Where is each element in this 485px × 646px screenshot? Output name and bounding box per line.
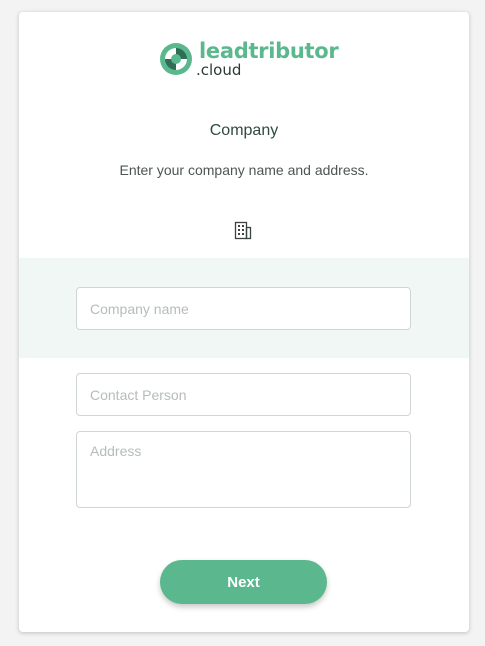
address-textarea[interactable] <box>76 431 411 508</box>
brand-name: leadtributor <box>199 39 339 63</box>
step-description: Enter your company name and address. <box>119 162 369 178</box>
signup-card: leadtributor .cloud Company Enter your c… <box>19 12 469 632</box>
next-button[interactable]: Next <box>160 560 327 604</box>
brand-logo: leadtributor .cloud <box>159 39 339 80</box>
company-name-input[interactable] <box>76 287 411 330</box>
brand-suffix: .cloud <box>196 61 242 79</box>
building-icon <box>234 221 252 240</box>
swirl-logo-icon <box>160 43 192 75</box>
step-title: Company <box>209 122 279 139</box>
contact-person-input[interactable] <box>76 373 411 416</box>
